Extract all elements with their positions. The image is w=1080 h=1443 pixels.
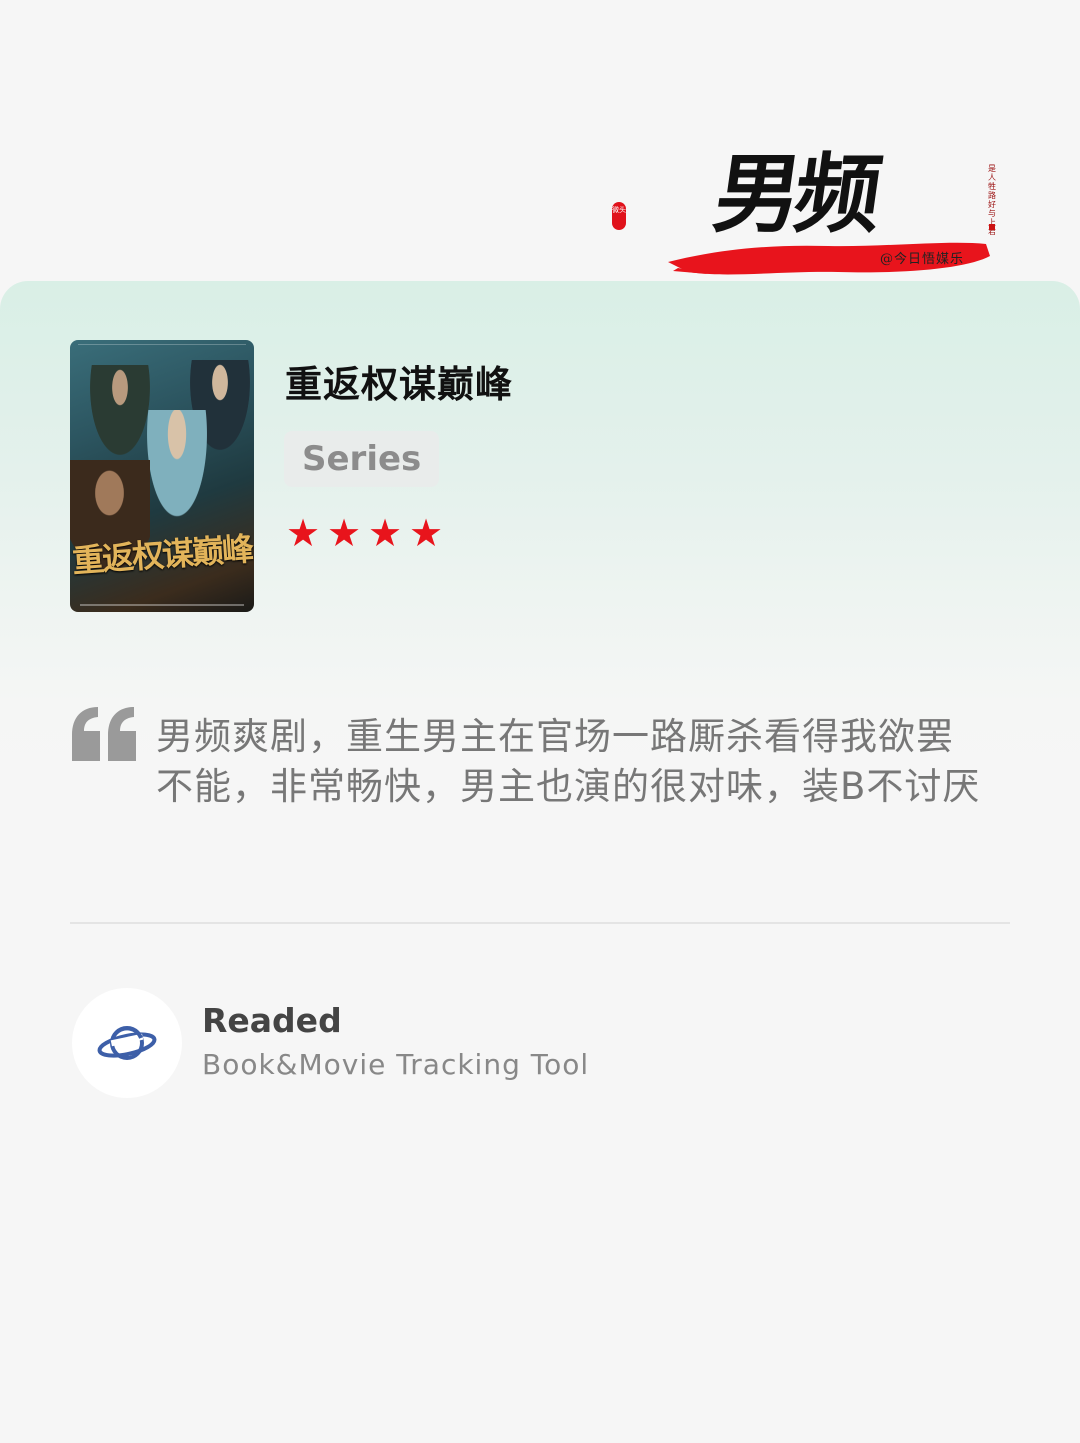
- poster-figure: [90, 365, 150, 455]
- app-name: Readed: [202, 1001, 342, 1040]
- poster-image[interactable]: 重返权谋巅峰: [70, 340, 254, 612]
- header-banner: 微头 男频 @今日悟媒乐 是人牲路好与上君: [600, 144, 1010, 285]
- review-card: 重返权谋巅峰 重返权谋巅峰 Series ★ ★ ★ ★ 男频爽剧，重生男主在官场一路…: [0, 281, 1080, 1161]
- app-logo[interactable]: [72, 988, 182, 1098]
- type-badge: Series: [284, 431, 440, 487]
- star-icon: ★: [327, 511, 362, 555]
- poster-bottom-text: [80, 604, 244, 606]
- planet-icon: [97, 1026, 157, 1060]
- divider: [70, 922, 1010, 924]
- review-text: 男频爽剧，重生男主在官场一路厮杀看得我欲罢不能，非常畅快，男主也演的很对味，装B…: [156, 715, 981, 808]
- poster-figure: [142, 410, 212, 530]
- banner-subtitle: @今日悟媒乐: [880, 252, 965, 267]
- tiny-seal: [989, 224, 995, 230]
- item-title: 重返权谋巅峰: [285, 363, 513, 406]
- quote-icon: [72, 707, 136, 761]
- red-seal: 微头: [612, 202, 626, 230]
- banner-title: 男频: [707, 144, 883, 245]
- star-rating: ★ ★ ★ ★: [286, 514, 447, 552]
- star-icon: ★: [409, 511, 444, 555]
- app-tagline: Book&Movie Tracking Tool: [202, 1048, 590, 1081]
- star-icon: ★: [286, 511, 321, 555]
- star-icon: ★: [368, 511, 403, 555]
